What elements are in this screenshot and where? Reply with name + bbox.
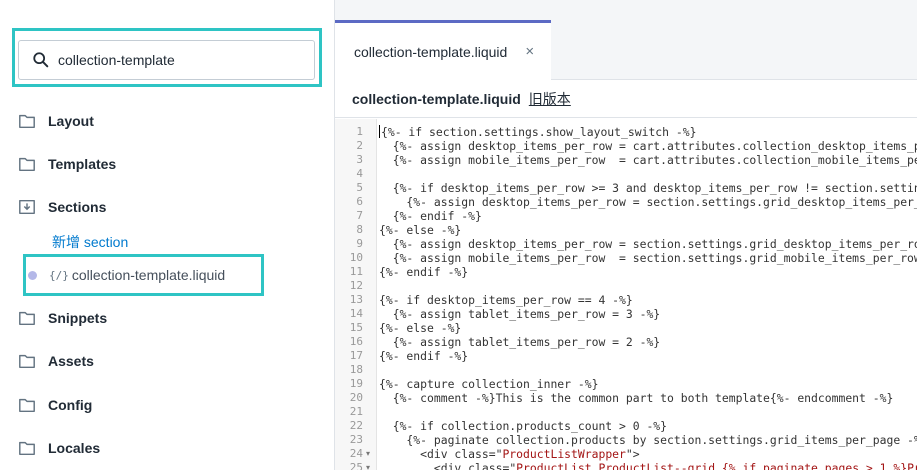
fold-toggle-icon[interactable]: ▾ [366,461,370,470]
liquid-file-icon: {/} [49,268,69,282]
code-editor[interactable]: 1 2 3 4 5 6 7 8 9 10 11 12 13 14 15 16 17 18 19 20 21 22 23 24 ▾… [335,119,917,470]
code-line: {%- assign desktop_items_per_row = cart.… [392,139,917,153]
tab-collection-template[interactable]: collection-template.liquid × [335,20,551,80]
line-number: 19 [349,377,363,390]
file-search-input[interactable] [58,52,298,68]
line-number: 2 [356,139,363,152]
folder-icon [19,441,35,456]
folder-icon [19,311,35,326]
code-content[interactable]: {%- if section.settings.show_layout_swit… [377,119,917,470]
line-number: 5 [356,181,363,194]
code-line: {%- if desktop_items_per_row == 4 -%} [379,293,633,307]
line-number: 22 [349,419,363,432]
folder-icon [19,157,35,172]
folder-templates[interactable]: Templates [18,152,116,176]
folder-label: Templates [48,156,117,172]
file-collection-template[interactable]: {/} collection-template.liquid [28,264,225,286]
add-section-link[interactable]: 新增 section [52,232,128,252]
code-line: {%- endif -%} [379,265,469,279]
code-line: {%- else -%} [379,321,462,335]
folder-download-icon [19,199,35,215]
text-cursor [379,125,380,138]
code-line: {%- if desktop_items_per_row >= 3 and de… [392,181,917,195]
code-line: {%- comment -%}This is the common part t… [379,391,894,405]
editor-panel: collection-template.liquid × collection-… [335,0,917,470]
folder-label: Snippets [48,310,108,326]
line-number: 15 [349,321,363,334]
old-version-link[interactable]: 旧版本 [529,89,571,109]
folder-label: Assets [48,353,94,369]
code-line: {%- endif -%} [379,209,482,223]
line-number: 4 [356,167,363,180]
folder-icon [19,354,35,369]
line-number: 1 [356,125,363,138]
search-icon [33,52,49,68]
line-number: 10 [349,251,363,264]
code-line: {%- capture collection_inner -%} [379,377,599,391]
code-line: {%- assign tablet_items_per_row = 2 -%} [379,335,661,349]
line-number: 14 [349,307,363,320]
code-line: {%- paginate collection.products by sect… [379,433,917,447]
code-line: {%- if collection.products_count > 0 -%} [379,419,668,433]
theme-file-sidebar: Layout Templates Sections 新增 section {/}… [0,0,335,470]
top-strip [335,0,917,20]
close-icon[interactable]: × [525,43,534,60]
folder-label: Layout [48,113,94,129]
line-number: 7 [356,209,363,222]
code-line: {%- endif -%} [379,349,469,363]
folder-label: Sections [48,199,107,215]
folder-snippets[interactable]: Snippets [18,306,107,330]
line-number: 6 [356,195,363,208]
line-number: 8 [356,223,363,236]
folder-sections[interactable]: Sections [18,195,106,219]
line-number: 21 [349,405,363,418]
code-line: {%- else -%} [379,223,462,237]
file-title: collection-template.liquid [352,90,521,107]
line-number: 11 [349,265,363,278]
code-line: {%- assign tablet_items_per_row = 3 -%} [379,307,661,321]
code-line: {%- assign mobile_items_per_row = cart.a… [392,153,917,167]
line-number: 3 [356,153,363,166]
line-number: 9 [356,237,363,250]
file-header: collection-template.liquid 旧版本 [335,80,917,118]
folder-config[interactable]: Config [18,393,92,417]
line-number: 20 [349,391,363,404]
code-line: {%- if section.settings.show_layout_swit… [379,125,697,139]
file-search-box[interactable] [18,40,315,80]
line-number-gutter: 1 2 3 4 5 6 7 8 9 10 11 12 13 14 15 16 17 18 19 20 21 22 23 24 ▾… [335,119,377,470]
code-line: {%- assign desktop_items_per_row = secti… [379,195,917,209]
code-line: {%- assign desktop_items_per_row = secti… [379,237,917,251]
folder-label: Config [48,397,93,413]
code-line: <div class="ProductListWrapper"> [379,447,640,461]
line-number: 18 [349,363,363,376]
tab-label: collection-template.liquid [354,43,508,60]
folder-label: Locales [48,440,101,456]
folder-locales[interactable]: Locales [18,436,100,460]
code-line: <div class="ProductList ProductList--gri… [379,461,917,470]
folder-layout[interactable]: Layout [18,109,94,133]
folder-icon [19,114,35,129]
unsaved-dot [28,270,37,280]
line-number: 17 [349,349,363,362]
tab-bar [551,20,917,80]
line-number: 23 [349,433,363,446]
fold-toggle-icon[interactable]: ▾ [366,447,370,461]
line-number: 25 [349,461,363,470]
code-line: {%- assign mobile_items_per_row = sectio… [379,251,917,265]
line-number: 16 [349,335,363,348]
line-number: 12 [349,279,363,292]
line-number: 24 [349,447,363,460]
line-number: 13 [349,293,363,306]
folder-assets[interactable]: Assets [18,349,94,373]
folder-icon [19,398,35,413]
file-label: collection-template.liquid [71,267,226,283]
